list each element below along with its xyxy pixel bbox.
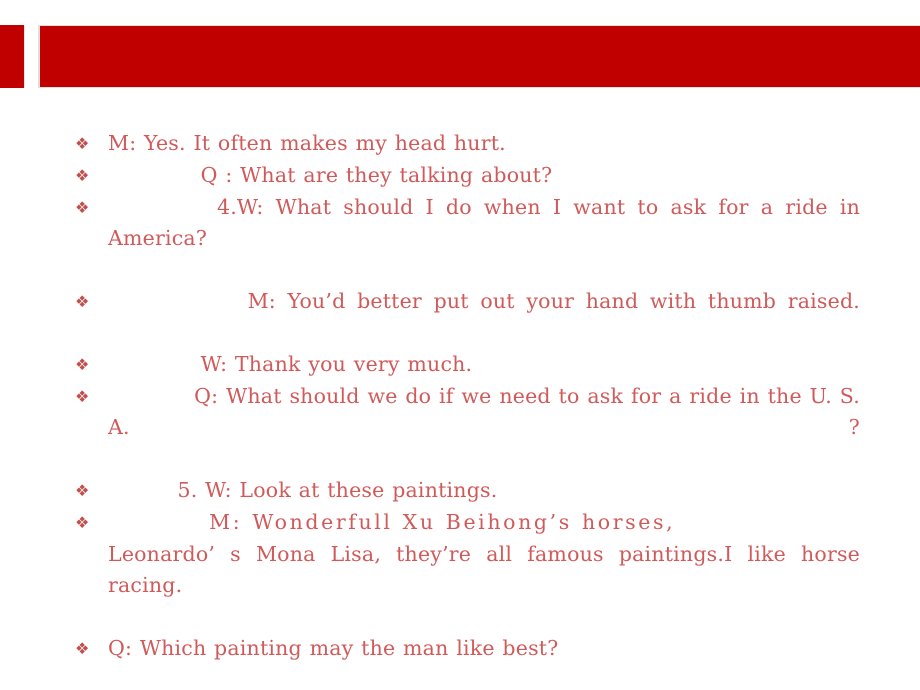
bullet-item-text: M: You’d better put out your hand with t… <box>108 289 860 313</box>
bullet-list-item: ❖ 4.W: What should I do when I want to a… <box>70 192 860 285</box>
bullet-list-item: ❖ Q: What should we do if we need to ask… <box>70 381 860 474</box>
bullet-item-text: Leonardo’ s Mona Lisa, they’re all famou… <box>108 542 860 597</box>
diamond-bullet-icon: ❖ <box>75 166 90 185</box>
bullet-item-text: 4.W: What should I do when I want to ask… <box>108 195 860 250</box>
bullet-item-text: 5. W: Look at these paintings. <box>108 478 498 502</box>
diamond-bullet-icon: ❖ <box>75 198 90 217</box>
diamond-bullet-icon: ❖ <box>75 355 90 374</box>
bullet-list-item: ❖ M: Yes. It often makes my head hurt. <box>70 128 860 159</box>
slide-content: ❖ M: Yes. It often makes my head hurt. ❖ … <box>70 128 860 665</box>
bullet-item-text: Q: Which painting may the man like best? <box>108 636 559 660</box>
bullet-item-text: Q: What should we do if we need to ask f… <box>108 384 860 439</box>
diamond-bullet-icon: ❖ <box>75 292 90 311</box>
diamond-bullet-icon: ❖ <box>75 387 90 406</box>
header-title-bar <box>38 25 920 88</box>
bullet-item-text: M: Wonderfull Xu Beihong’s horses, <box>108 510 676 534</box>
diamond-bullet-icon: ❖ <box>75 513 90 532</box>
bullet-list-item: ❖ M: You’d better put out your hand with… <box>70 286 860 348</box>
header-banner <box>0 25 920 88</box>
header-accent-block <box>0 25 25 88</box>
bullet-item-text: W: Thank you very much. <box>108 352 473 376</box>
diamond-bullet-icon: ❖ <box>75 481 90 500</box>
bullet-list-item: ❖ M: Wonderfull Xu Beihong’s horses, <box>70 507 860 538</box>
bullet-item-text: M: Yes. It often makes my head hurt. <box>108 131 506 155</box>
diamond-bullet-icon: ❖ <box>75 134 90 153</box>
bullet-list-item: ❖ Q: Which painting may the man like best… <box>70 633 860 664</box>
diamond-bullet-icon: ❖ <box>75 639 90 658</box>
bullet-list-item: ❖ Q : What are they talking about? <box>70 160 860 191</box>
bullet-list-item: ❖ 5. W: Look at these paintings. <box>70 475 860 506</box>
bullet-list-item: ❖Leonardo’ s Mona Lisa, they’re all famo… <box>70 539 860 632</box>
bullet-list-item: ❖ W: Thank you very much. <box>70 349 860 380</box>
bullet-item-text: Q : What are they talking about? <box>108 163 553 187</box>
